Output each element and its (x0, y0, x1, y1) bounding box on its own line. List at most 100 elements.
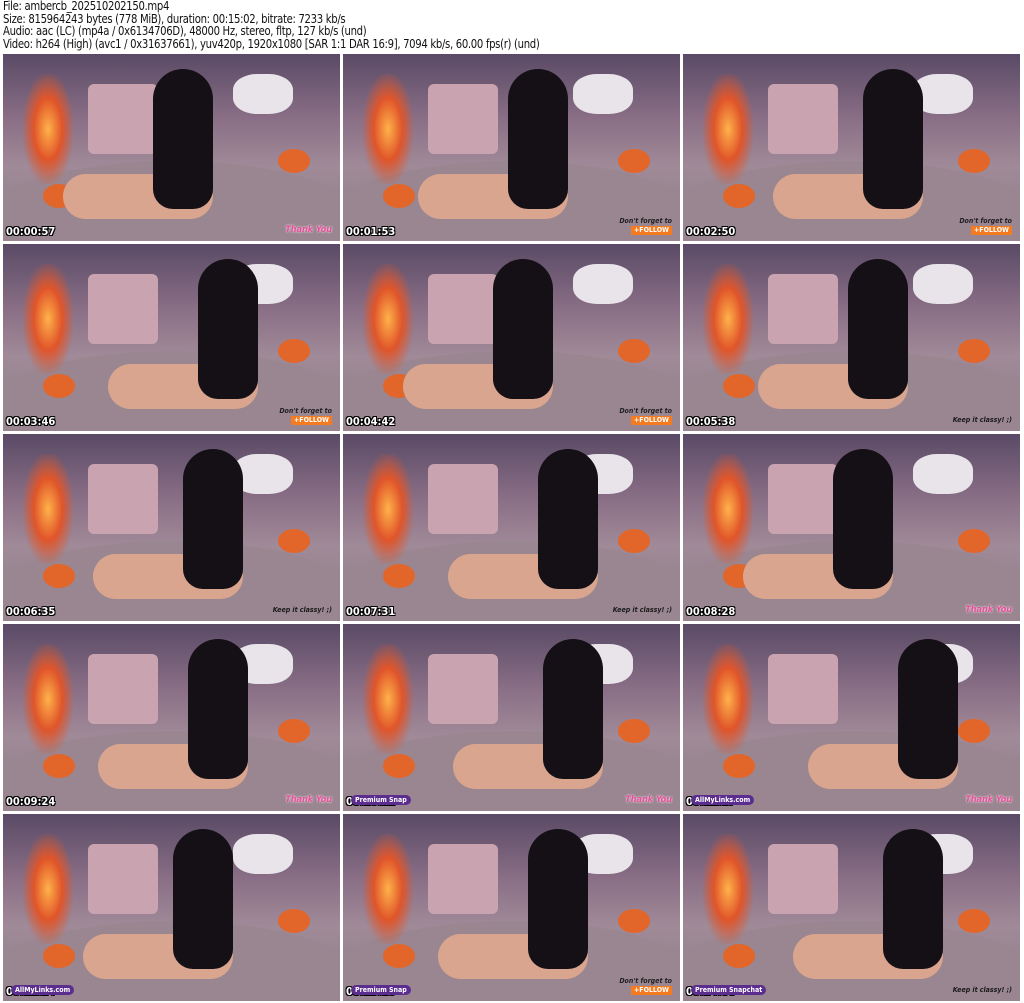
pumpkin (958, 909, 990, 933)
pumpkin (278, 909, 310, 933)
fluffy-stool (913, 454, 973, 494)
timestamp: 00:02:50 (686, 225, 736, 238)
pumpkin (43, 374, 75, 398)
video-thumbnail: 00:07:31 Keep it classy! ;) (343, 434, 680, 621)
follow-overlay: Don't forget to +FOLLOW (279, 407, 332, 425)
timestamp: 00:04:42 (346, 415, 396, 428)
lantern-light (703, 644, 753, 754)
stream-badge-overlay: AllMyLinks.com (691, 795, 755, 805)
video-thumbnail: 00:12:14AllMyLinks.com (3, 814, 340, 1001)
timestamp: 00:03:46 (6, 415, 56, 428)
pumpkin (723, 754, 755, 778)
lantern-light (23, 264, 73, 374)
video-thumbnail: 00:13:10Don't forget to+FOLLOWPremium Sn… (343, 814, 680, 1001)
video-thumbnail: 00:04:42 Don't forget to +FOLLOW (343, 244, 680, 431)
pillow (768, 274, 838, 344)
video-thumbnail: 00:00:57 Thank You (3, 54, 340, 241)
pumpkin (958, 719, 990, 743)
pumpkin (618, 529, 650, 553)
person-figure (508, 69, 568, 209)
follow-overlay: Don't forget to +FOLLOW (619, 977, 672, 995)
overlay-text: Don't forget to (619, 407, 672, 415)
pumpkin (958, 339, 990, 363)
pumpkin (723, 944, 755, 968)
person-figure (898, 639, 958, 779)
lantern-light (363, 74, 413, 184)
pumpkin (723, 184, 755, 208)
follow-badge: +FOLLOW (630, 226, 672, 235)
overlay-text: Don't forget to (619, 217, 672, 225)
pumpkin (618, 149, 650, 173)
fluffy-stool (913, 264, 973, 304)
video-thumbnail: 00:14:06Keep it classy! ;)Premium Snapch… (683, 814, 1020, 1001)
lantern-light (363, 454, 413, 564)
pumpkin (958, 149, 990, 173)
stream-badge-overlay: Premium Snapchat (691, 985, 767, 995)
person-figure (883, 829, 943, 969)
video-thumbnail: 00:06:35 Keep it classy! ;) (3, 434, 340, 621)
pumpkin (383, 944, 415, 968)
video-thumbnail: 00:10:21Thank YouPremium Snap (343, 624, 680, 811)
person-figure (543, 639, 603, 779)
follow-badge: +FOLLOW (630, 416, 672, 425)
pumpkin (383, 564, 415, 588)
file-name: File: ambercb_202510202150.mp4 (3, 0, 170, 13)
audio-info: Audio: aac (LC) (mp4a / 0x6134706D), 480… (3, 24, 367, 39)
follow-badge: +FOLLOW (290, 416, 332, 425)
follow-overlay: Don't forget to +FOLLOW (959, 217, 1012, 235)
thank-overlay: Thank You (285, 795, 332, 805)
lantern-light (703, 834, 753, 944)
lantern-light (703, 264, 753, 374)
pumpkin (43, 754, 75, 778)
timestamp: 00:07:31 (346, 605, 396, 618)
lantern-light (23, 644, 73, 754)
classy-overlay: Keep it classy! ;) (952, 986, 1012, 994)
pumpkin (618, 719, 650, 743)
thank-overlay: Thank You (965, 795, 1012, 805)
follow-badge: +FOLLOW (630, 986, 672, 995)
stream-badge-overlay: Premium Snap (351, 795, 411, 805)
video-thumbnail: 00:02:50 Don't forget to +FOLLOW (683, 54, 1020, 241)
pillow (88, 274, 158, 344)
overlay-text: Don't forget to (959, 217, 1012, 225)
pillow (88, 844, 158, 914)
overlay-text: Don't forget to (619, 977, 672, 985)
pumpkin (278, 529, 310, 553)
stream-badge-overlay: Premium Snap (351, 985, 411, 995)
pillow (768, 464, 838, 534)
pillow (428, 274, 498, 344)
timestamp: 00:09:24 (6, 795, 56, 808)
follow-overlay: Don't forget to +FOLLOW (619, 407, 672, 425)
lantern-light (23, 834, 73, 944)
person-figure (538, 449, 598, 589)
video-thumbnail: 00:08:28 Thank You (683, 434, 1020, 621)
overlay-text: Don't forget to (279, 407, 332, 415)
pumpkin (278, 719, 310, 743)
timestamp: 00:08:28 (686, 605, 736, 618)
video-info: Video: h264 (High) (avc1 / 0x31637661), … (3, 36, 540, 51)
pillow (88, 654, 158, 724)
person-figure (833, 449, 893, 589)
lantern-light (703, 74, 753, 184)
person-figure (153, 69, 213, 209)
pumpkin (278, 339, 310, 363)
lantern-light (703, 454, 753, 564)
pumpkin (958, 529, 990, 553)
fluffy-stool (233, 834, 293, 874)
video-thumbnail: 00:05:38 Keep it classy! ;) (683, 244, 1020, 431)
pumpkin (278, 149, 310, 173)
pillow (768, 844, 838, 914)
pillow (88, 464, 158, 534)
timestamp: 00:06:35 (6, 605, 56, 618)
stream-badge-overlay: AllMyLinks.com (11, 985, 75, 995)
follow-badge: +FOLLOW (970, 226, 1012, 235)
pumpkin (618, 339, 650, 363)
person-figure (863, 69, 923, 209)
pumpkin (383, 754, 415, 778)
video-thumbnail: 00:01:53 Don't forget to +FOLLOW (343, 54, 680, 241)
pumpkin (43, 564, 75, 588)
person-figure (493, 259, 553, 399)
lantern-light (23, 74, 73, 184)
pumpkin (618, 909, 650, 933)
thank-overlay: Thank You (285, 225, 332, 235)
